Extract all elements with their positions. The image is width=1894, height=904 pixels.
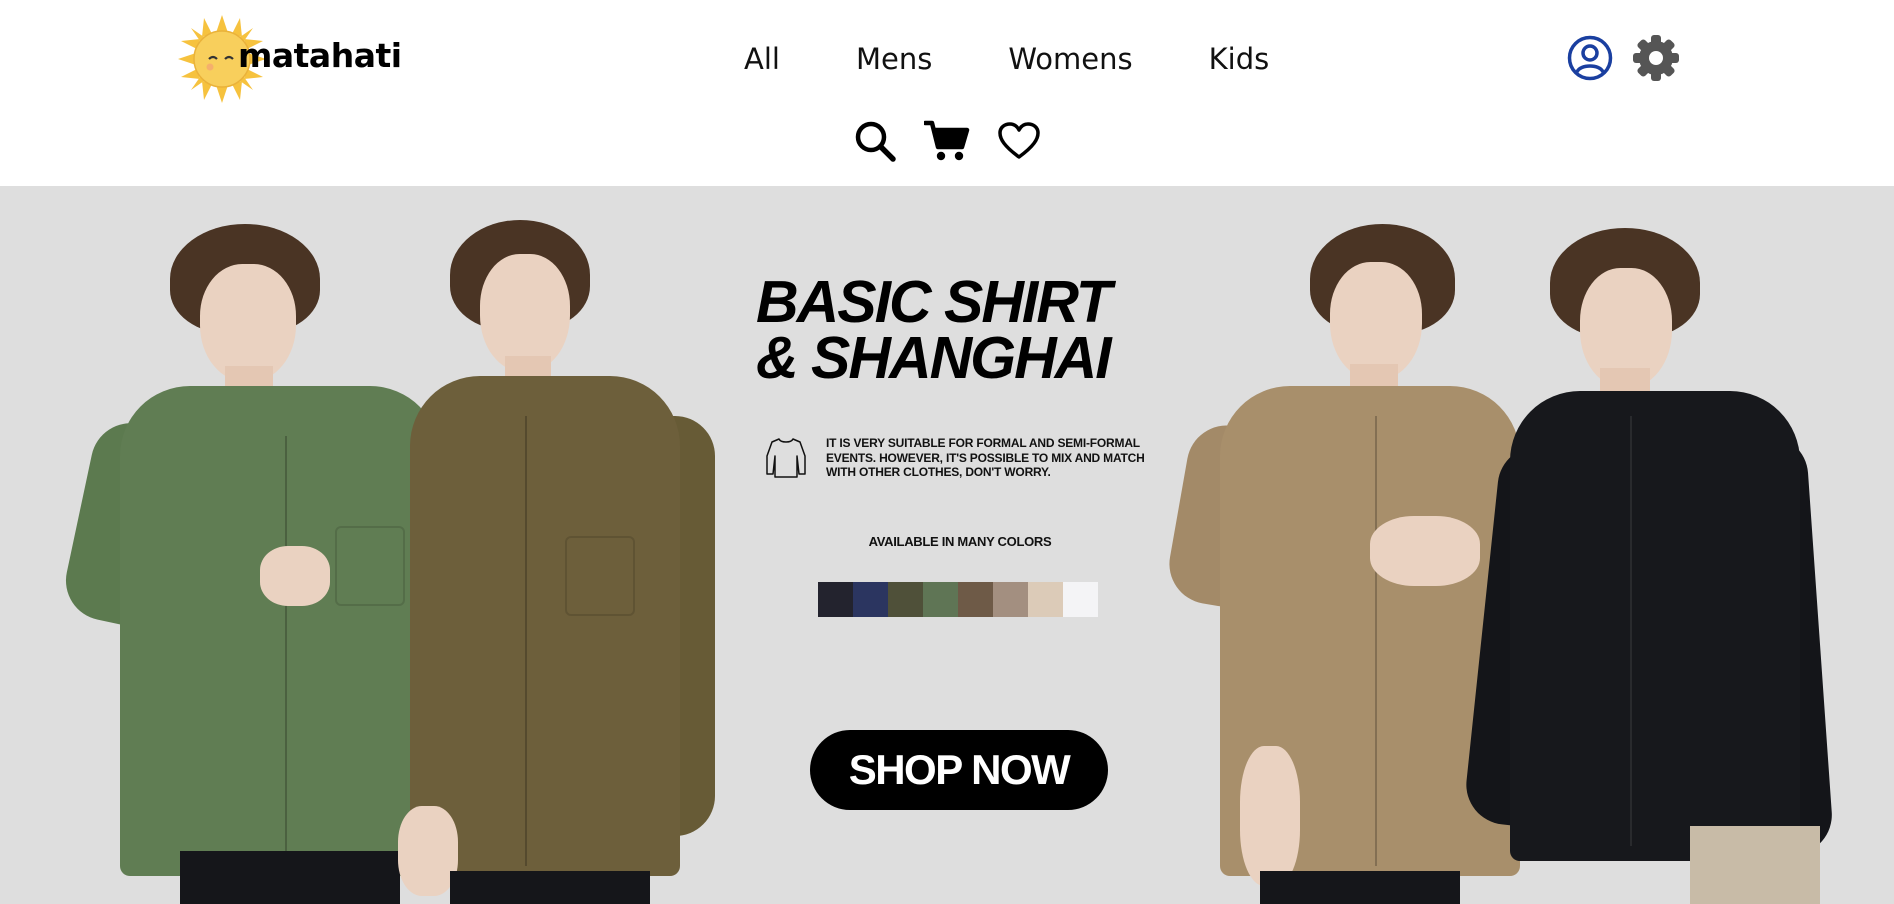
cart-button[interactable] <box>924 118 970 164</box>
color-swatch[interactable] <box>1028 582 1063 617</box>
color-swatch[interactable] <box>888 582 923 617</box>
gear-icon[interactable] <box>1632 34 1680 82</box>
search-icon <box>855 121 896 162</box>
model-black-shirt-image <box>1462 186 1850 904</box>
shop-now-button[interactable]: SHOP NOW <box>810 730 1108 810</box>
cart-icon <box>924 120 970 161</box>
color-swatch[interactable] <box>853 582 888 617</box>
color-swatch[interactable] <box>958 582 993 617</box>
brand-logo[interactable]: matahati <box>178 14 402 104</box>
headline-line-1: BASIC SHIRT <box>756 269 1112 335</box>
header-tools <box>852 118 1042 164</box>
color-swatch[interactable] <box>923 582 958 617</box>
nav-item-mens[interactable]: Mens <box>856 42 932 76</box>
color-swatch[interactable] <box>993 582 1028 617</box>
headline-line-2: & SHANGHAI <box>756 325 1112 391</box>
brand-name: matahati <box>238 36 402 75</box>
nav-item-womens[interactable]: Womens <box>1008 42 1132 76</box>
hero-headline: BASIC SHIRT & SHANGHAI <box>756 269 1176 391</box>
site-header: matahati All Mens Womens Kids <box>0 0 1894 186</box>
search-button[interactable] <box>852 118 898 164</box>
nav-item-all[interactable]: All <box>744 42 780 76</box>
hero-content: BASIC SHIRT & SHANGHAI IT IS VERY SUITAB… <box>740 186 1180 904</box>
color-swatches <box>818 582 1098 617</box>
description-row: IT IS VERY SUITABLE FOR FORMAL AND SEMI-… <box>764 436 1164 480</box>
user-icon[interactable] <box>1567 35 1613 81</box>
heart-icon <box>998 122 1040 159</box>
shirt-outline-icon <box>766 438 806 478</box>
hero-description: IT IS VERY SUITABLE FOR FORMAL AND SEMI-… <box>826 436 1145 479</box>
wishlist-button[interactable] <box>996 118 1042 164</box>
hero-banner: BASIC SHIRT & SHANGHAI IT IS VERY SUITAB… <box>0 186 1894 904</box>
nav-item-kids[interactable]: Kids <box>1209 42 1270 76</box>
available-colors-label: AVAILABLE IN MANY COLORS <box>868 534 1052 549</box>
color-swatch[interactable] <box>818 582 853 617</box>
main-nav: All Mens Womens Kids <box>744 42 1269 76</box>
color-swatch[interactable] <box>1063 582 1098 617</box>
model-olive-shirt-image <box>390 186 715 904</box>
